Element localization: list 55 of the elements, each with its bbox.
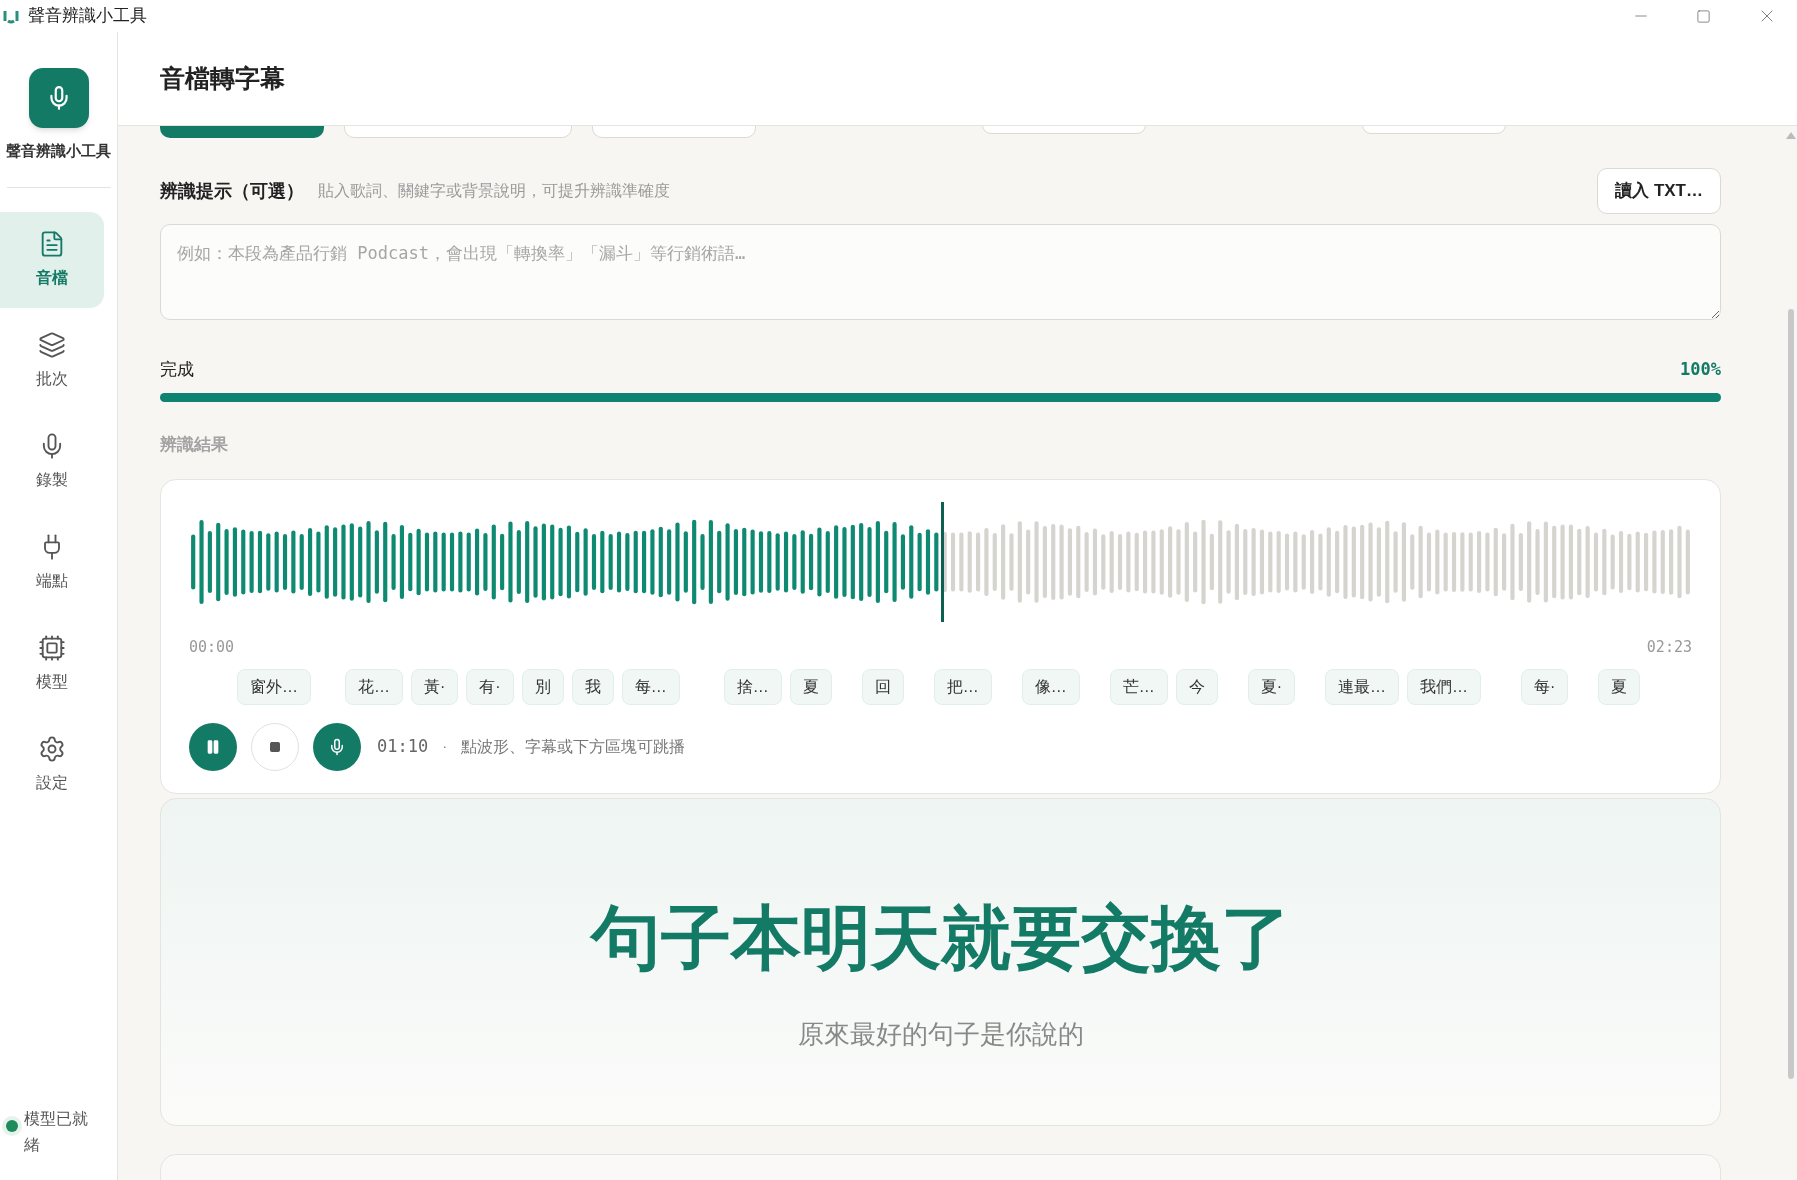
subtitle-chip[interactable]: 夏· [1247,668,1295,705]
subtitle-chip[interactable]: 回 [861,668,904,705]
progress-label: 完成 [160,359,194,381]
separator: · [442,736,448,757]
subtitle-chip[interactable]: 窗外… [237,668,311,705]
subtitle-chip[interactable]: 像… [1021,668,1080,705]
subtitle-chip[interactable]: 別 [521,668,564,705]
pause-button[interactable] [189,722,237,771]
nav-item[interactable]: 錄製 [0,413,104,510]
subtitle-chip[interactable]: 我 [571,668,614,705]
current-time: 01:10 [377,734,429,758]
subtitle-chip[interactable]: 夏 [1598,668,1641,705]
subtitle-chip[interactable]: 黃· [411,668,459,705]
subtitle-chip[interactable]: 每… [621,668,680,705]
subtitle-chip[interactable]: 夏 [789,668,832,705]
maximize-icon[interactable] [1696,8,1711,24]
subtitle-chip[interactable]: 連最… [1325,668,1399,705]
nav-item[interactable]: 端點 [0,514,104,611]
stop-icon [269,740,281,753]
subtitle-chip[interactable]: 花… [345,668,403,705]
playhead[interactable] [940,502,944,622]
hint-input-field[interactable]: 例如：本段為產品行銷 Podcast，會出現「轉換率」「漏斗」等行銷術語… [160,224,1721,320]
microphone-icon [328,737,346,756]
player-tip: 點波形、字幕或下方區塊可跳播 [461,736,686,757]
status-text: 模型已就緒 [24,1109,89,1155]
subtitle-chip[interactable]: 芒… [1109,668,1168,705]
hint-label: 辨識提示（可選） [160,179,304,203]
next-subtitle: 原來最好的句子是你說的 [797,1017,1084,1051]
nav-item[interactable]: 音檔 [0,211,104,308]
pause-icon [205,738,221,755]
current-subtitle: 句子本明天就要交換了 [590,897,1291,979]
subtitle-chip[interactable]: 把… [933,668,992,705]
subtitle-chip[interactable]: 今 [1175,668,1218,705]
subtitle-chip[interactable]: 每· [1521,668,1569,705]
settings-icon [38,734,66,763]
window-title: 聲音辨識小工具 [28,5,147,28]
hint-description: 貼入歌詞、關鍵字或背景說明，可提升辨識準確度 [318,181,670,201]
subtitle-chip[interactable]: 有· [466,668,514,705]
progress-reading: 100% [1680,358,1721,381]
app-name: 聲音辨識小工具 [6,141,111,161]
start-time: 00:00 [189,637,235,658]
page-title: 音檔轉字幕 [160,62,285,94]
subtitle-chip[interactable]: 我們… [1407,668,1481,705]
stack-icon [38,330,66,359]
results-label: 辨識結果 [160,433,229,456]
subtitle-panel[interactable]: 句子本明天就要交換了 原來最好的句子是你說的 [160,797,1721,1126]
chip-icon [38,633,66,662]
end-time: 02:23 [1646,637,1692,658]
stop-button[interactable] [251,722,299,771]
record-button[interactable] [313,722,361,771]
nav-item[interactable]: 批次 [0,312,104,409]
nav-item[interactable]: 設定 [0,716,104,813]
load-txt-button[interactable]: 讀入 TXT… [1597,168,1721,214]
nav-item[interactable]: 模型 [0,615,104,712]
subtitle-chip[interactable]: 捨… [723,668,782,705]
